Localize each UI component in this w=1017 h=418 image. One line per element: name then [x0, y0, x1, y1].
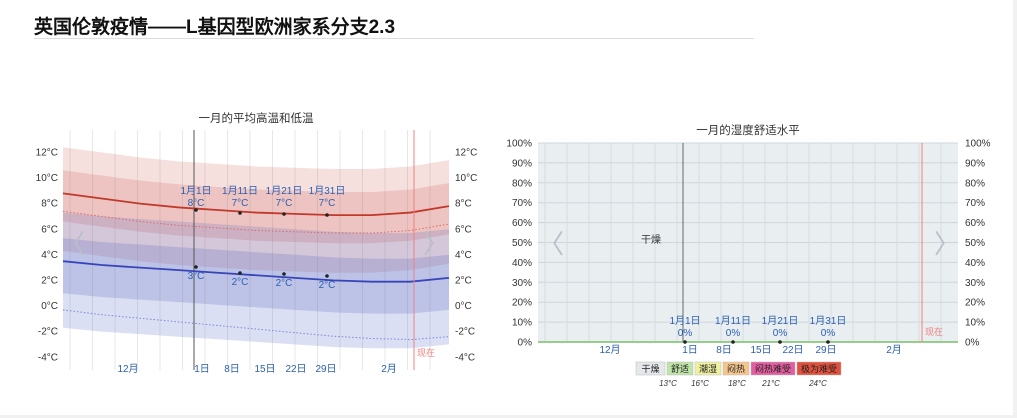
y-tick-label: 10%	[512, 318, 532, 329]
humidity-point	[683, 340, 687, 344]
marker-value: 0%	[726, 328, 741, 339]
y-tick-label: 30%	[965, 278, 985, 289]
y-tick-label: 40%	[965, 258, 985, 269]
legend-label: 闷热难受	[755, 363, 791, 374]
x-tick-label: 1日	[682, 345, 698, 356]
humidity-point	[826, 340, 830, 344]
y-tick-label: 20%	[965, 298, 985, 309]
prev-arrow-icon[interactable]: 〈	[538, 229, 564, 259]
y-tick-label: 60%	[965, 218, 985, 229]
y-tick-label: 50%	[965, 238, 985, 249]
y-tick-label: 0%	[965, 338, 980, 349]
humidity-x-axis: 12月 1日 8日 15日 22日 29日 2月	[599, 344, 901, 356]
y-tick-label: 80%	[965, 178, 985, 189]
marker-date-label: 1月11日	[715, 315, 751, 327]
humidity-y-axis-left: 100% 90% 80% 70% 60% 50% 40% 30% 20% 10% 0%	[506, 139, 532, 349]
humidity-y-axis-right: 100% 90% 80% 70% 60% 50% 40% 30% 20% 10% 0%	[965, 139, 991, 349]
marker-value: 0%	[773, 328, 788, 339]
legend-label: 舒适	[671, 363, 689, 374]
y-tick-label: 90%	[965, 158, 985, 169]
legend-label: 闷热	[727, 363, 745, 374]
legend-temp-label: 24°C	[808, 379, 827, 388]
legend-temp-label: 18°C	[728, 379, 746, 388]
y-tick-label: 70%	[965, 198, 985, 209]
y-tick-label: 10%	[965, 318, 985, 329]
next-arrow-icon[interactable]: 〉	[934, 229, 960, 259]
y-tick-label: 100%	[506, 139, 532, 150]
legend-temp-label: 13°C	[659, 379, 677, 388]
humidity-legend: 干燥 舒适 潮湿 闷热 闷热难受 极为难受 13°C 16°C 18°C 21°C 24°C	[635, 361, 842, 388]
y-tick-label: 80%	[512, 178, 532, 189]
legend-temp-label: 21°C	[761, 379, 780, 388]
y-tick-label: 50%	[512, 238, 532, 249]
legend-temp-label: 16°C	[691, 379, 709, 388]
x-tick-label: 2月	[886, 344, 902, 356]
humidity-chart-title: 一月的湿度舒适水平	[696, 123, 800, 137]
x-tick-label: 12月	[599, 344, 620, 356]
legend-label: 潮湿	[699, 363, 717, 374]
y-tick-label: 40%	[512, 258, 532, 269]
y-tick-label: 100%	[965, 139, 991, 150]
legend-label: 极为难受	[801, 363, 837, 374]
humidity-point	[731, 340, 735, 344]
x-tick-label: 22日	[782, 345, 803, 356]
marker-date-label: 1月31日	[810, 315, 847, 327]
y-tick-label: 70%	[512, 198, 532, 209]
humidity-point	[778, 340, 782, 344]
x-tick-label: 15日	[750, 345, 771, 356]
marker-date-label: 1月21日	[762, 315, 799, 327]
y-tick-label: 0%	[518, 338, 533, 349]
y-tick-label: 90%	[512, 158, 532, 169]
marker-value: 0%	[678, 328, 693, 339]
marker-date-label: 1月1日	[669, 315, 700, 327]
y-tick-label: 60%	[512, 218, 532, 229]
legend-label: 干燥	[641, 364, 659, 374]
y-tick-label: 30%	[512, 278, 532, 289]
y-tick-label: 20%	[512, 298, 532, 309]
x-tick-label: 8日	[716, 345, 732, 356]
x-tick-label: 29日	[815, 345, 836, 356]
humidity-chart: 一月的湿度舒适水平 100%90%80%70%60%50%40%30%20%10…	[506, 123, 991, 388]
marker-value: 0%	[821, 328, 836, 339]
now-label-humidity: 现在	[925, 326, 943, 337]
humidity-zone-label: 干燥	[641, 234, 661, 246]
